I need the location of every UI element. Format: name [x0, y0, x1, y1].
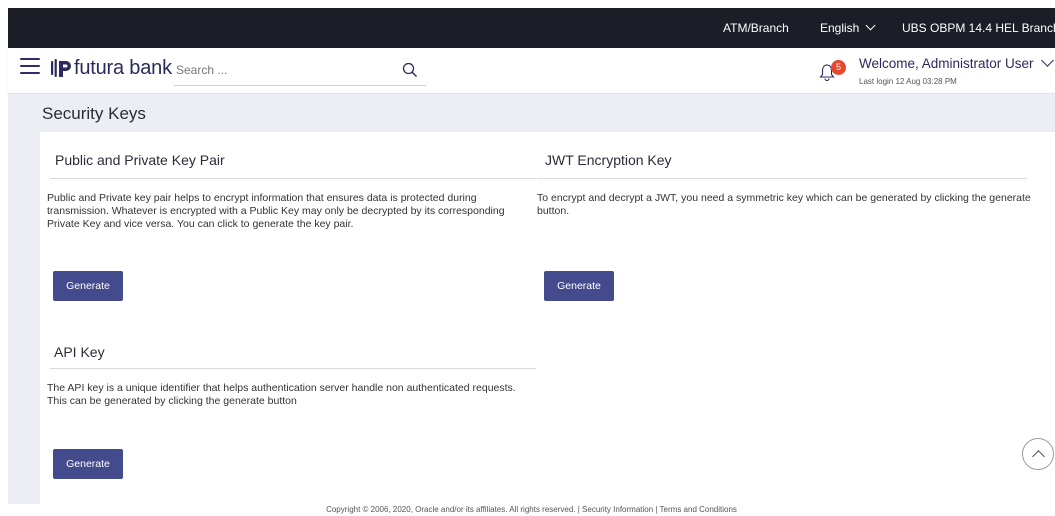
footer: Copyright © 2006, 2020, Oracle and/or it…	[8, 504, 1055, 516]
header: futura bank 5 Welcome, Administrator Use…	[8, 48, 1055, 94]
key-pair-description: Public and Private key pair helps to enc…	[47, 192, 505, 230]
language-label: English	[820, 21, 860, 35]
key-pair-title: Public and Private Key Pair	[55, 152, 225, 168]
branch-label: UBS OBPM 14.4 HEL Branch	[902, 21, 1055, 35]
generate-api-key-button[interactable]: Generate	[53, 449, 123, 479]
user-menu[interactable]: Welcome, Administrator User	[859, 54, 1054, 71]
generate-key-pair-button[interactable]: Generate	[53, 271, 123, 301]
main-content: Security Keys Public and Private Key Pai…	[8, 94, 1055, 504]
api-key-divider	[50, 368, 536, 369]
top-bar: ATM/Branch English UBS OBPM 14.4 HEL Bra…	[8, 8, 1055, 48]
page-title: Security Keys	[42, 104, 146, 123]
notification-badge[interactable]: 5	[831, 60, 846, 75]
jwt-description: To encrypt and decrypt a JWT, you need a…	[537, 192, 1031, 217]
last-login-text: Last login 12 Aug 03:28 PM	[859, 77, 957, 86]
hamburger-menu-icon[interactable]	[20, 58, 40, 74]
branch-selector[interactable]: UBS OBPM 14.4 HEL Branch	[902, 21, 1055, 35]
chevron-up-icon	[1032, 450, 1045, 463]
atm-branch-link[interactable]: ATM/Branch	[723, 21, 789, 35]
jwt-divider	[537, 178, 1027, 179]
generate-jwt-button[interactable]: Generate	[544, 271, 614, 301]
search-bar	[174, 58, 426, 86]
welcome-text: Welcome, Administrator User	[859, 56, 1034, 71]
chevron-down-icon	[865, 20, 876, 31]
chevron-down-icon	[1040, 54, 1054, 67]
logo[interactable]: futura bank	[50, 57, 172, 79]
logo-text: futura bank	[74, 56, 172, 79]
scroll-to-top-button[interactable]	[1022, 438, 1054, 470]
futura-logo-icon	[51, 59, 71, 77]
search-input[interactable]	[174, 58, 394, 82]
search-icon[interactable]	[402, 62, 418, 78]
api-key-description: The API key is a unique identifier that …	[47, 382, 516, 407]
language-selector[interactable]: English	[820, 20, 876, 35]
key-pair-divider	[50, 178, 536, 179]
api-key-title: API Key	[54, 344, 105, 360]
security-keys-card: Public and Private Key Pair Public and P…	[40, 132, 1055, 504]
jwt-title: JWT Encryption Key	[545, 152, 672, 168]
